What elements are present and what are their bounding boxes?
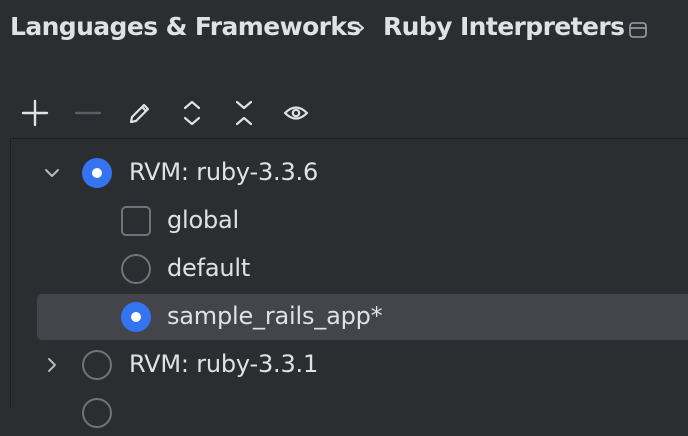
tree-item-label: RVM: ruby-3.3.6 bbox=[129, 158, 319, 186]
breadcrumb-parent[interactable]: Languages & Frameworks bbox=[10, 12, 361, 41]
tree-item-partial[interactable] bbox=[11, 390, 688, 436]
checkbox[interactable] bbox=[121, 206, 151, 236]
add-button[interactable] bbox=[20, 98, 50, 128]
radio-button[interactable] bbox=[82, 158, 112, 188]
radio-button[interactable] bbox=[82, 398, 112, 428]
plus-icon bbox=[21, 99, 49, 127]
chevron-down-icon[interactable] bbox=[42, 163, 62, 183]
edit-button[interactable] bbox=[125, 98, 155, 128]
tree-item-label: default bbox=[167, 254, 251, 282]
interpreter-tree: RVM: ruby-3.3.6 global default sample_ra… bbox=[10, 138, 688, 428]
tree-item-global[interactable]: global bbox=[11, 198, 688, 244]
expand-all-button[interactable] bbox=[177, 98, 207, 128]
radio-button[interactable] bbox=[121, 302, 151, 332]
collapse-all-icon bbox=[235, 100, 253, 126]
radio-button[interactable] bbox=[82, 350, 112, 380]
settings-header: Languages & Frameworks Ruby Interpreters bbox=[0, 0, 688, 60]
tree-item-label: sample_rails_app* bbox=[167, 302, 383, 330]
pencil-icon bbox=[129, 103, 150, 124]
collapse-all-button[interactable] bbox=[229, 98, 259, 128]
remove-button[interactable] bbox=[73, 98, 103, 128]
expand-all-icon bbox=[183, 100, 201, 126]
breadcrumb-current: Ruby Interpreters bbox=[383, 12, 625, 41]
tree-item-default[interactable]: default bbox=[11, 246, 688, 292]
minus-icon bbox=[74, 111, 102, 115]
tree-item-label: RVM: ruby-3.3.1 bbox=[129, 350, 319, 378]
radio-button[interactable] bbox=[121, 254, 151, 284]
tree-item-label: global bbox=[167, 206, 239, 234]
interpreter-toolbar bbox=[0, 90, 688, 138]
chevron-right-icon[interactable] bbox=[42, 355, 62, 375]
chevron-right-icon bbox=[356, 22, 364, 34]
show-button[interactable] bbox=[281, 98, 311, 128]
tree-item-ruby-3-3-6[interactable]: RVM: ruby-3.3.6 bbox=[11, 150, 688, 196]
eye-icon bbox=[283, 106, 309, 120]
window-icon[interactable] bbox=[628, 20, 648, 40]
tree-item-sample-rails-app[interactable]: sample_rails_app* bbox=[37, 294, 688, 340]
tree-item-ruby-3-3-1[interactable]: RVM: ruby-3.3.1 bbox=[11, 342, 688, 388]
